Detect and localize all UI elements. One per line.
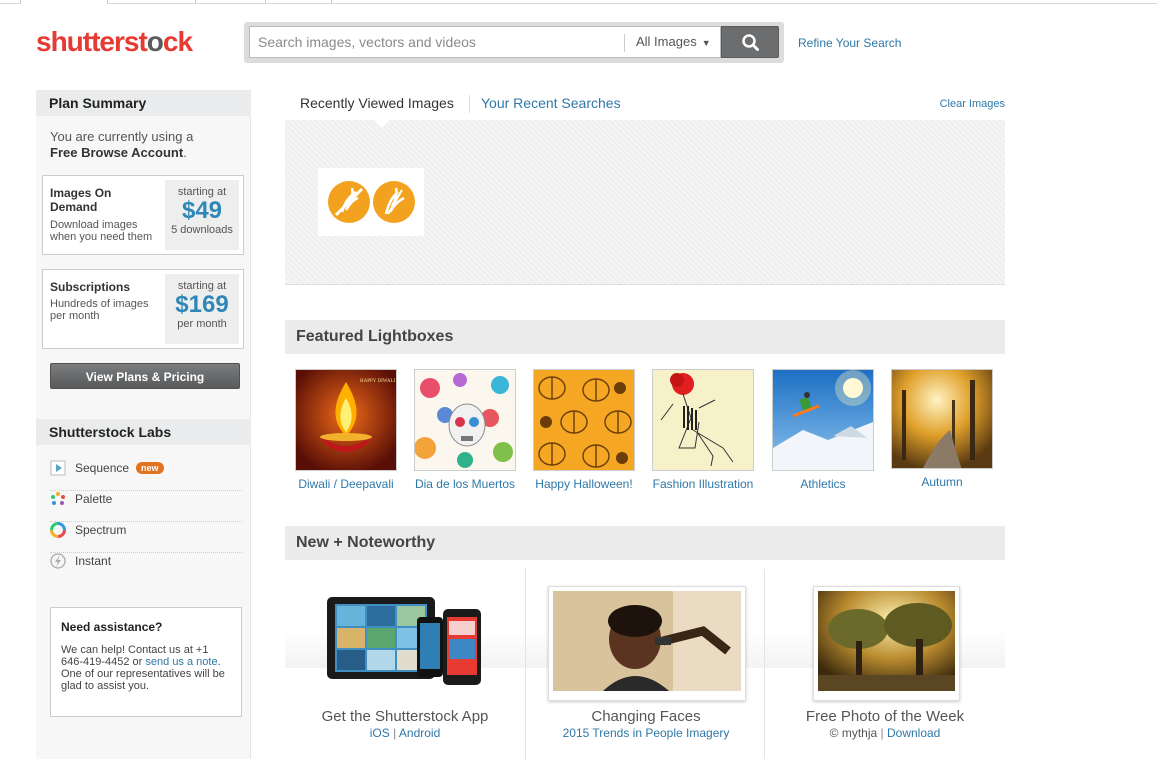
search-bar: All Images ▼ [244, 22, 784, 63]
lightbox-label: Happy Halloween! [535, 477, 633, 491]
plan-title: Images On Demand [50, 186, 112, 214]
trends-link[interactable]: 2015 Trends in People Imagery [563, 726, 730, 740]
price-amount: $169 [175, 291, 229, 318]
lightbox-label: Fashion Illustration [652, 477, 754, 491]
caret-down-icon: ▼ [701, 38, 711, 48]
plan-intro-text: You are currently using a Free Browse Ac… [50, 129, 194, 160]
sidebar: Plan Summary You are currently using a F… [36, 90, 251, 759]
diwali-banner-text: HAPPY DIWALI [360, 379, 396, 384]
tab-notch [373, 119, 391, 128]
tab-recently-viewed[interactable]: Recently Viewed Images [300, 95, 454, 111]
browser-tab[interactable] [196, 0, 266, 4]
olive-tree-image [818, 591, 955, 691]
tab-divider [469, 95, 470, 113]
pumpkin-skull-pattern [534, 370, 634, 470]
tab-recent-searches[interactable]: Your Recent Searches [481, 95, 621, 111]
noteworthy-links: iOS | Android [369, 726, 441, 740]
lightbox-autumn[interactable]: Autumn [891, 369, 993, 489]
recently-viewed-panel [285, 119, 1005, 285]
lightbox-image [533, 369, 635, 471]
browser-tab[interactable] [108, 0, 196, 4]
diwali-image: HAPPY DIWALI [296, 370, 396, 470]
assistance-box: Need assistance? We can help! Contact us… [50, 607, 242, 717]
photo-credit: © mythja [829, 726, 878, 740]
lightbox-athletics[interactable]: Athletics [772, 369, 874, 491]
plan-title: Subscriptions [50, 280, 131, 294]
wheat-icons-image [328, 181, 415, 223]
price-amount: $49 [181, 197, 223, 224]
assistance-text: We can help! Contact us at +1 646-419-44… [61, 644, 225, 692]
spectrum-icon [50, 522, 66, 538]
price-box: starting at $49 5 downloads [165, 180, 239, 250]
noteworthy-title: Changing Faces [591, 708, 701, 725]
search-icon [742, 34, 759, 51]
noteworthy-links: 2015 Trends in People Imagery [526, 726, 766, 740]
shutterstock-logo[interactable]: shutterstock [36, 26, 193, 58]
browser-tab[interactable] [266, 0, 332, 4]
lightbox-halloween[interactable]: Happy Halloween! [533, 369, 635, 491]
clear-images-link[interactable]: Clear Images [940, 98, 1005, 110]
lightbox-image: HAPPY DIWALI [295, 369, 397, 471]
send-note-link[interactable]: send us a note [145, 656, 217, 668]
search-type-dropdown[interactable]: All Images ▼ [624, 26, 721, 58]
labs-heading: Shutterstock Labs [36, 419, 251, 445]
new-badge: new [136, 462, 164, 474]
noteworthy-app[interactable]: Get the Shutterstock App iOS | Android [285, 569, 525, 759]
noteworthy-title: Get the Shutterstock App [321, 708, 489, 725]
lightbox-image [772, 369, 874, 471]
fashion-sketch-image [653, 370, 753, 470]
download-link[interactable]: Download [887, 726, 940, 740]
labs-item-instant[interactable]: Instant [50, 553, 242, 584]
palette-icon [51, 492, 65, 505]
noteworthy-links: © mythja | Download [829, 726, 941, 740]
changing-faces-photo [548, 586, 746, 701]
assistance-title: Need assistance? [61, 620, 163, 634]
plan-subscriptions[interactable]: Subscriptions Hundreds of images per mon… [42, 269, 244, 349]
recent-image-thumbnail[interactable] [318, 168, 424, 236]
skull-flowers-image [415, 370, 515, 470]
search-button[interactable] [721, 26, 779, 58]
free-photo-of-week [813, 586, 960, 701]
barber-haircut-image [553, 591, 741, 691]
noteworthy-free-photo[interactable]: Free Photo of the Week © mythja | Downlo… [764, 569, 1004, 759]
lightbox-label: Autumn [921, 475, 963, 489]
browser-tab[interactable] [20, 0, 108, 4]
lightbox-label: Athletics [800, 477, 846, 491]
app-devices-image [327, 597, 481, 685]
page: shutterstock All Images ▼ Refine Your Sea… [0, 0, 1157, 759]
lightbox-label: Diwali / Deepavali [298, 477, 394, 491]
noteworthy-changing-faces[interactable]: Changing Faces 2015 Trends in People Ima… [525, 569, 765, 759]
lightbox-image [652, 369, 754, 471]
refine-search-link[interactable]: Refine Your Search [798, 36, 901, 50]
noteworthy-title: Free Photo of the Week [805, 708, 965, 725]
labs-item-sequence[interactable]: Sequence new [50, 460, 242, 491]
lightbox-image [414, 369, 516, 471]
lightbox-fashion-illustration[interactable]: Fashion Illustration [652, 369, 754, 491]
new-noteworthy-heading: New + Noteworthy [285, 526, 1005, 560]
price-box: starting at $169 per month [165, 274, 239, 344]
recent-tabs: Recently Viewed Images Your Recent Searc… [285, 90, 1005, 120]
lightbox-diwali[interactable]: HAPPY DIWALI Diwali / Deepavali [295, 369, 397, 491]
plan-on-demand[interactable]: Images On Demand Download images when yo… [42, 175, 244, 255]
snowboarder-image [773, 370, 873, 470]
plan-summary-heading: Plan Summary [36, 90, 251, 116]
plan-desc: Hundreds of images per month [50, 298, 149, 322]
ios-link[interactable]: iOS [370, 726, 390, 740]
browser-tab-strip [0, 0, 1157, 4]
lightning-icon [50, 553, 66, 569]
lightbox-label: Dia de los Muertos [414, 477, 516, 491]
labs-item-spectrum[interactable]: Spectrum [50, 522, 242, 553]
search-type-label: All Images [636, 34, 697, 49]
autumn-forest-image [892, 370, 992, 468]
lightbox-dia-de-los-muertos[interactable]: Dia de los Muertos [414, 369, 516, 491]
search-input[interactable] [249, 26, 624, 58]
play-icon [50, 460, 66, 476]
view-plans-button[interactable]: View Plans & Pricing [50, 363, 240, 389]
android-link[interactable]: Android [399, 726, 440, 740]
lightbox-image [891, 369, 993, 469]
featured-lightboxes-heading: Featured Lightboxes [285, 320, 1005, 354]
labs-item-palette[interactable]: Palette [50, 491, 242, 522]
plan-desc: Download images when you need them [50, 219, 153, 243]
